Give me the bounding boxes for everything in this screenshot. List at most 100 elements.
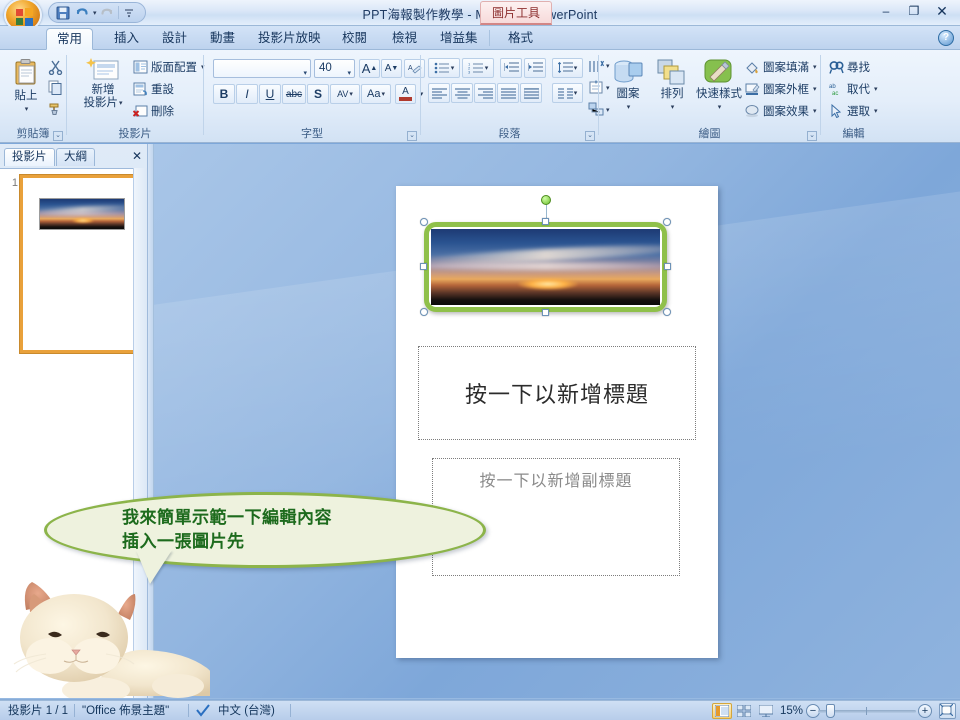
distributed-button[interactable] [520, 83, 542, 103]
arrange-button[interactable]: 排列 ▾ [651, 58, 693, 114]
strikethrough-button[interactable]: abc [282, 84, 306, 104]
columns-button[interactable]: ▾ [552, 83, 583, 103]
new-slide-dropdown-icon[interactable]: ▾ [119, 97, 123, 110]
paste-button[interactable]: 貼上 ▾ [6, 58, 46, 116]
numbering-button[interactable]: 123 ▾ [462, 58, 494, 78]
tab-review[interactable]: 校閱 [332, 28, 377, 50]
new-slide-button[interactable]: 新增 投影片 ▾ [77, 56, 129, 110]
increase-indent-button[interactable] [524, 58, 546, 78]
paragraph-dialog-launcher[interactable]: ⌄ [585, 131, 595, 141]
slideshow-button[interactable] [756, 703, 776, 719]
zoom-in-button[interactable]: + [918, 704, 932, 718]
font-name-dropdown-icon[interactable]: ▾ [303, 65, 307, 82]
paste-dropdown-icon[interactable]: ▾ [25, 103, 29, 116]
quick-styles-button[interactable]: 快速樣式 ▾ [695, 58, 743, 114]
copy-icon[interactable] [48, 80, 63, 98]
slide-sorter-button[interactable] [734, 703, 754, 719]
pane-tab-outline[interactable]: 大綱 [56, 148, 95, 166]
tab-format[interactable]: 格式 [498, 28, 543, 50]
picture-object[interactable] [420, 195, 671, 316]
shape-effects-label: 圖案效果 [763, 106, 809, 118]
slide-counter: 投影片 1 / 1 [8, 705, 69, 717]
spell-check-icon[interactable] [196, 704, 212, 718]
cut-icon[interactable] [48, 60, 63, 78]
rotation-handle[interactable] [540, 195, 551, 205]
shrink-font-button[interactable]: A ▼ [381, 59, 402, 78]
resize-handle-se[interactable] [663, 308, 671, 316]
tab-animations[interactable]: 動畫 [200, 28, 245, 50]
resize-handle-s[interactable] [541, 309, 549, 316]
change-case-dropdown-icon[interactable]: ▾ [381, 90, 385, 98]
change-case-label: Aa [367, 88, 381, 100]
align-left-icon [431, 87, 447, 99]
normal-view-button[interactable] [712, 703, 732, 719]
resize-handle-e[interactable] [664, 263, 671, 270]
find-label: 尋找 [847, 62, 870, 74]
zoom-slider-midpoint [866, 707, 867, 715]
text-shadow-button[interactable]: S [307, 84, 329, 104]
delete-slide-button[interactable]: 刪除 [133, 103, 174, 119]
resize-handle-ne[interactable] [663, 218, 671, 226]
character-spacing-button[interactable]: AV ▾ [330, 84, 360, 104]
font-color-button[interactable]: A [395, 84, 416, 104]
align-center-button[interactable] [451, 83, 473, 103]
align-right-button[interactable] [474, 83, 496, 103]
layout-button[interactable]: 版面配置 ▾ [133, 59, 205, 75]
zoom-slider-thumb[interactable] [826, 704, 835, 718]
font-name-input[interactable]: ▾ [213, 59, 311, 78]
tab-home[interactable]: 常用 [46, 28, 94, 50]
language-indicator[interactable]: 中文 (台灣) [218, 704, 275, 718]
close-button[interactable]: ✕ [930, 2, 954, 20]
pane-tab-slides[interactable]: 投影片 [4, 148, 55, 166]
resize-handle-nw[interactable] [420, 218, 428, 226]
tab-addins[interactable]: 增益集 [430, 28, 488, 50]
char-spacing-dropdown-icon[interactable]: ▾ [349, 90, 353, 98]
shapes-label: 圖案 [616, 88, 640, 100]
tab-slideshow[interactable]: 投影片放映 [248, 28, 331, 50]
find-button[interactable]: 尋找 [829, 59, 870, 75]
bullets-button[interactable]: ▾ [428, 58, 460, 78]
grow-font-label: A [361, 61, 371, 76]
shape-effects-button[interactable]: 圖案效果 ▾ [745, 103, 817, 119]
shape-outline-button[interactable]: 圖案外框 ▾ [745, 81, 817, 97]
resize-handle-n[interactable] [541, 218, 549, 225]
resize-handle-sw[interactable] [420, 308, 428, 316]
shapes-button[interactable]: 圖案 ▾ [607, 58, 649, 114]
align-left-button[interactable] [428, 83, 450, 103]
format-painter-icon[interactable] [48, 100, 63, 118]
minimize-button[interactable]: – [874, 2, 898, 20]
font-dialog-launcher[interactable]: ⌄ [407, 131, 417, 141]
slide-canvas[interactable]: 按一下以新增標題 按一下以新增副標題 [396, 186, 718, 658]
grow-font-button[interactable]: A ▲ [359, 59, 380, 78]
ribbon-group-paragraph: ▾ 123 ▾ ▾ ▾ ▾ ▾ ▾ 段落 ⌄ [421, 50, 610, 143]
tab-view[interactable]: 檢視 [382, 28, 427, 50]
font-size-dropdown-icon[interactable]: ▾ [347, 65, 351, 82]
thumbnail-frame[interactable] [20, 175, 141, 353]
select-arrow-icon [831, 104, 842, 118]
tab-design[interactable]: 設計 [152, 28, 197, 50]
reset-button[interactable]: 重設 [133, 81, 174, 97]
justify-button[interactable] [497, 83, 519, 103]
drawing-dialog-launcher[interactable]: ⌄ [807, 131, 817, 141]
resize-handle-w[interactable] [420, 263, 427, 270]
close-pane-icon[interactable]: ✕ [132, 149, 142, 163]
decrease-indent-button[interactable] [500, 58, 522, 78]
fit-to-window-button[interactable] [939, 703, 956, 719]
replace-button[interactable]: ab ac 取代 ▾ [829, 81, 878, 97]
font-size-input[interactable]: 40 ▾ [314, 59, 355, 78]
bold-button[interactable]: B [213, 84, 235, 104]
change-case-button[interactable]: Aa ▾ [361, 84, 391, 104]
line-spacing-button[interactable]: ▾ [552, 58, 583, 78]
zoom-level[interactable]: 15% [780, 704, 803, 718]
underline-button[interactable]: U [259, 84, 281, 104]
maximize-button[interactable]: ❐ [902, 2, 926, 20]
title-placeholder[interactable]: 按一下以新增標題 [418, 346, 696, 440]
slide-thumbnail-1[interactable]: 1 [6, 175, 141, 357]
italic-button[interactable]: I [236, 84, 258, 104]
select-button[interactable]: 選取 ▾ [829, 103, 878, 119]
shape-fill-button[interactable]: 圖案填滿 ▾ [745, 59, 817, 75]
help-icon[interactable]: ? [938, 30, 954, 46]
tab-insert[interactable]: 插入 [104, 28, 149, 50]
clipboard-dialog-launcher[interactable]: ⌄ [53, 131, 63, 141]
theme-name[interactable]: "Office 佈景主題" [82, 704, 169, 718]
